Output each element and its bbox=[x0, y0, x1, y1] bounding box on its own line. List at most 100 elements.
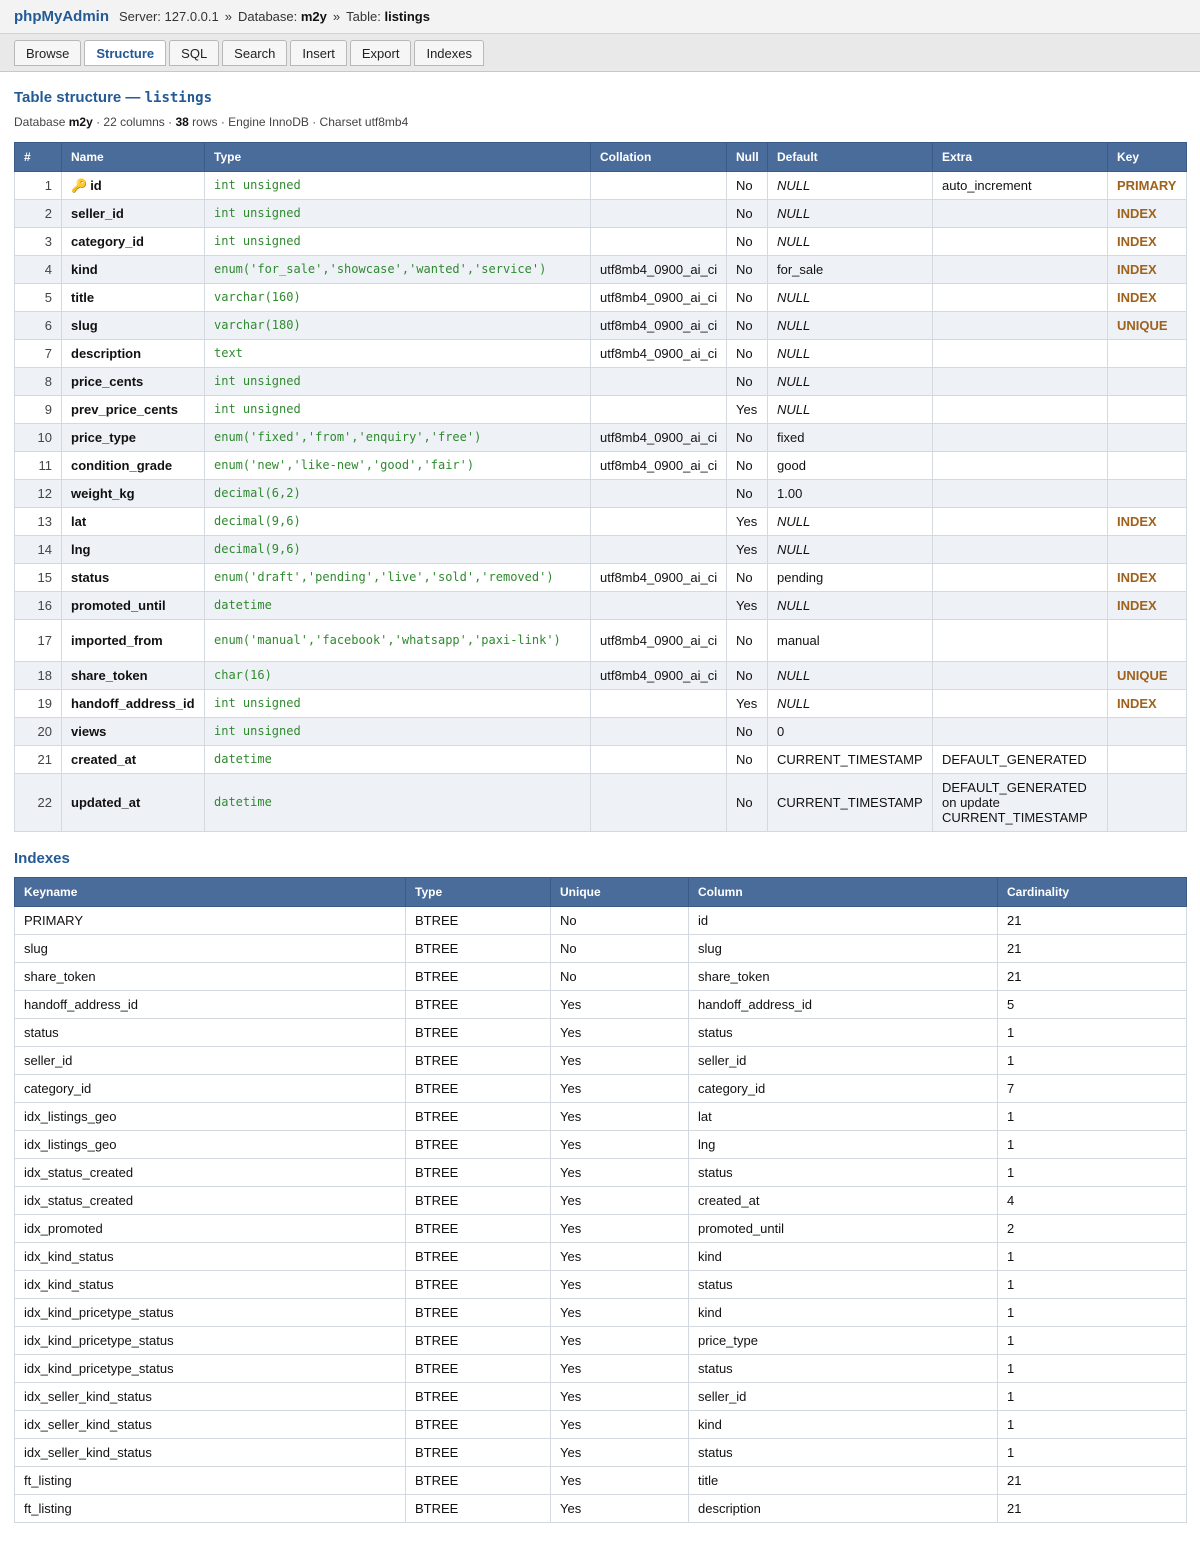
column-name[interactable]: price_cents bbox=[71, 374, 143, 389]
index-column: status bbox=[688, 1018, 998, 1047]
index-row[interactable]: idx_kind_status BTREE Yes status 1 bbox=[14, 1270, 1187, 1299]
column-row[interactable]: 14 lng decimal(9,6) Yes NULL bbox=[14, 535, 1187, 564]
column-name[interactable]: created_at bbox=[71, 752, 136, 767]
index-row[interactable]: ft_listing BTREE Yes description 21 bbox=[14, 1494, 1187, 1523]
column-name-cell: title bbox=[61, 283, 205, 312]
tab-search[interactable]: Search bbox=[222, 40, 288, 66]
index-keyname: idx_status_created bbox=[14, 1158, 406, 1187]
breadcrumb-server[interactable]: 127.0.0.1 bbox=[165, 9, 219, 24]
index-row[interactable]: idx_seller_kind_status BTREE Yes seller_id 1 bbox=[14, 1382, 1187, 1411]
index-row[interactable]: seller_id BTREE Yes seller_id 1 bbox=[14, 1046, 1187, 1075]
column-row[interactable]: 6 slug varchar(180) utf8mb4_0900_ai_ci No NUL… bbox=[14, 311, 1187, 340]
column-row[interactable]: 15 status enum('draft','pending','live','s… bbox=[14, 563, 1187, 592]
column-key: INDEX bbox=[1107, 689, 1187, 718]
column-name[interactable]: prev_price_cents bbox=[71, 402, 178, 417]
column-row[interactable]: 12 weight_kg decimal(6,2) No 1.00 bbox=[14, 479, 1187, 508]
column-name[interactable]: lng bbox=[71, 542, 91, 557]
column-row[interactable]: 11 condition_grade enum('new','like-new','… bbox=[14, 451, 1187, 480]
index-row[interactable]: handoff_address_id BTREE Yes handoff_addres… bbox=[14, 990, 1187, 1019]
column-name[interactable]: id bbox=[90, 178, 102, 193]
column-name-cell: 🔑 id bbox=[61, 171, 205, 200]
column-row[interactable]: 16 promoted_until datetime Yes NULL INDEX bbox=[14, 591, 1187, 620]
index-row[interactable]: idx_listings_geo BTREE Yes lat 1 bbox=[14, 1102, 1187, 1131]
column-name[interactable]: price_type bbox=[71, 430, 136, 445]
column-number: 4 bbox=[14, 255, 62, 284]
column-row[interactable]: 7 description text utf8mb4_0900_ai_ci No NULL bbox=[14, 339, 1187, 368]
column-name[interactable]: lat bbox=[71, 514, 86, 529]
column-type: int unsigned bbox=[204, 367, 591, 396]
index-cardinality: 1 bbox=[997, 1410, 1187, 1439]
column-row[interactable]: 4 kind enum('for_sale','showcase','wanted'… bbox=[14, 255, 1187, 284]
column-row[interactable]: 18 share_token char(16) utf8mb4_0900_ai_ci N… bbox=[14, 661, 1187, 690]
index-keyname: ft_listing bbox=[14, 1466, 406, 1495]
column-row[interactable]: 8 price_cents int unsigned No NULL bbox=[14, 367, 1187, 396]
index-row[interactable]: idx_seller_kind_status BTREE Yes status 1 bbox=[14, 1438, 1187, 1467]
column-collation: utf8mb4_0900_ai_ci bbox=[590, 563, 727, 592]
column-name[interactable]: slug bbox=[71, 318, 98, 333]
column-row[interactable]: 3 category_id int unsigned No NULL INDEX bbox=[14, 227, 1187, 256]
tab-export[interactable]: Export bbox=[349, 40, 412, 66]
column-null: Yes bbox=[726, 535, 768, 564]
index-row[interactable]: idx_kind_status BTREE Yes kind 1 bbox=[14, 1242, 1187, 1271]
breadcrumb-database[interactable]: m2y bbox=[301, 9, 327, 24]
column-row[interactable]: 5 title varchar(160) utf8mb4_0900_ai_ci No NU… bbox=[14, 283, 1187, 312]
column-row[interactable]: 17 imported_from enum('manual','facebook',… bbox=[14, 619, 1187, 662]
column-row[interactable]: 19 handoff_address_id int unsigned Yes NULL I… bbox=[14, 689, 1187, 718]
column-name[interactable]: updated_at bbox=[71, 795, 140, 810]
index-row[interactable]: idx_status_created BTREE Yes created_at 4 bbox=[14, 1186, 1187, 1215]
column-row[interactable]: 21 created_at datetime No CURRENT_TIMESTAMP D… bbox=[14, 745, 1187, 774]
column-default: NULL bbox=[767, 507, 933, 536]
column-row[interactable]: 13 lat decimal(9,6) Yes NULL INDEX bbox=[14, 507, 1187, 536]
index-row[interactable]: status BTREE Yes status 1 bbox=[14, 1018, 1187, 1047]
column-name[interactable]: views bbox=[71, 724, 106, 739]
col-header-null: Null bbox=[726, 142, 768, 172]
column-row[interactable]: 2 seller_id int unsigned No NULL INDEX bbox=[14, 199, 1187, 228]
column-name[interactable]: condition_grade bbox=[71, 458, 172, 473]
column-row[interactable]: 10 price_type enum('fixed','from','enquiry… bbox=[14, 423, 1187, 452]
index-row[interactable]: idx_listings_geo BTREE Yes lng 1 bbox=[14, 1130, 1187, 1159]
indexes-table: Keyname Type Unique Column Cardinality P… bbox=[14, 877, 1187, 1523]
column-name[interactable]: handoff_address_id bbox=[71, 696, 195, 711]
column-name[interactable]: kind bbox=[71, 262, 98, 277]
column-row[interactable]: 20 views int unsigned No 0 bbox=[14, 717, 1187, 746]
index-row[interactable]: PRIMARY BTREE No id 21 bbox=[14, 906, 1187, 935]
tab-sql[interactable]: SQL bbox=[169, 40, 220, 66]
index-row[interactable]: slug BTREE No slug 21 bbox=[14, 934, 1187, 963]
index-row[interactable]: idx_seller_kind_status BTREE Yes kind 1 bbox=[14, 1410, 1187, 1439]
column-type: decimal(6,2) bbox=[204, 479, 591, 508]
column-name[interactable]: imported_from bbox=[71, 633, 163, 648]
index-row[interactable]: ft_listing BTREE Yes title 21 bbox=[14, 1466, 1187, 1495]
index-row[interactable]: share_token BTREE No share_token 21 bbox=[14, 962, 1187, 991]
column-name[interactable]: status bbox=[71, 570, 109, 585]
tab-indexes[interactable]: Indexes bbox=[414, 40, 485, 66]
tab-insert[interactable]: Insert bbox=[290, 40, 347, 66]
index-row[interactable]: idx_kind_pricetype_status BTREE Yes status 1 bbox=[14, 1354, 1187, 1383]
index-unique: Yes bbox=[550, 1018, 689, 1047]
index-column: id bbox=[688, 906, 998, 935]
index-row[interactable]: category_id BTREE Yes category_id 7 bbox=[14, 1074, 1187, 1103]
index-row[interactable]: idx_kind_pricetype_status BTREE Yes kind 1 bbox=[14, 1298, 1187, 1327]
column-name[interactable]: share_token bbox=[71, 668, 148, 683]
column-extra bbox=[932, 283, 1108, 312]
column-name[interactable]: promoted_until bbox=[71, 598, 166, 613]
breadcrumb-table[interactable]: listings bbox=[384, 9, 430, 24]
index-row[interactable]: idx_promoted BTREE Yes promoted_until 2 bbox=[14, 1214, 1187, 1243]
column-row[interactable]: 9 prev_price_cents int unsigned Yes NULL bbox=[14, 395, 1187, 424]
tab-structure[interactable]: Structure bbox=[84, 40, 167, 66]
app-logo[interactable]: phpMyAdmin bbox=[14, 8, 109, 25]
column-name[interactable]: seller_id bbox=[71, 206, 124, 221]
index-row[interactable]: idx_kind_pricetype_status BTREE Yes price_t… bbox=[14, 1326, 1187, 1355]
column-type: enum('manual','facebook','whatsapp','pax… bbox=[204, 619, 591, 662]
index-cardinality: 21 bbox=[997, 906, 1187, 935]
column-row[interactable]: 1 🔑 id int unsigned No NULL auto_increment PRIM… bbox=[14, 171, 1187, 200]
index-cardinality: 1 bbox=[997, 1382, 1187, 1411]
index-row[interactable]: idx_status_created BTREE Yes status 1 bbox=[14, 1158, 1187, 1187]
tab-browse[interactable]: Browse bbox=[14, 40, 82, 66]
column-name[interactable]: title bbox=[71, 290, 94, 305]
column-name[interactable]: description bbox=[71, 346, 141, 361]
index-unique: Yes bbox=[550, 990, 689, 1019]
column-name[interactable]: weight_kg bbox=[71, 486, 135, 501]
column-row[interactable]: 22 updated_at datetime No CURRENT_TIMESTAMP D… bbox=[14, 773, 1187, 832]
column-name[interactable]: category_id bbox=[71, 234, 144, 249]
index-keyname: handoff_address_id bbox=[14, 990, 406, 1019]
